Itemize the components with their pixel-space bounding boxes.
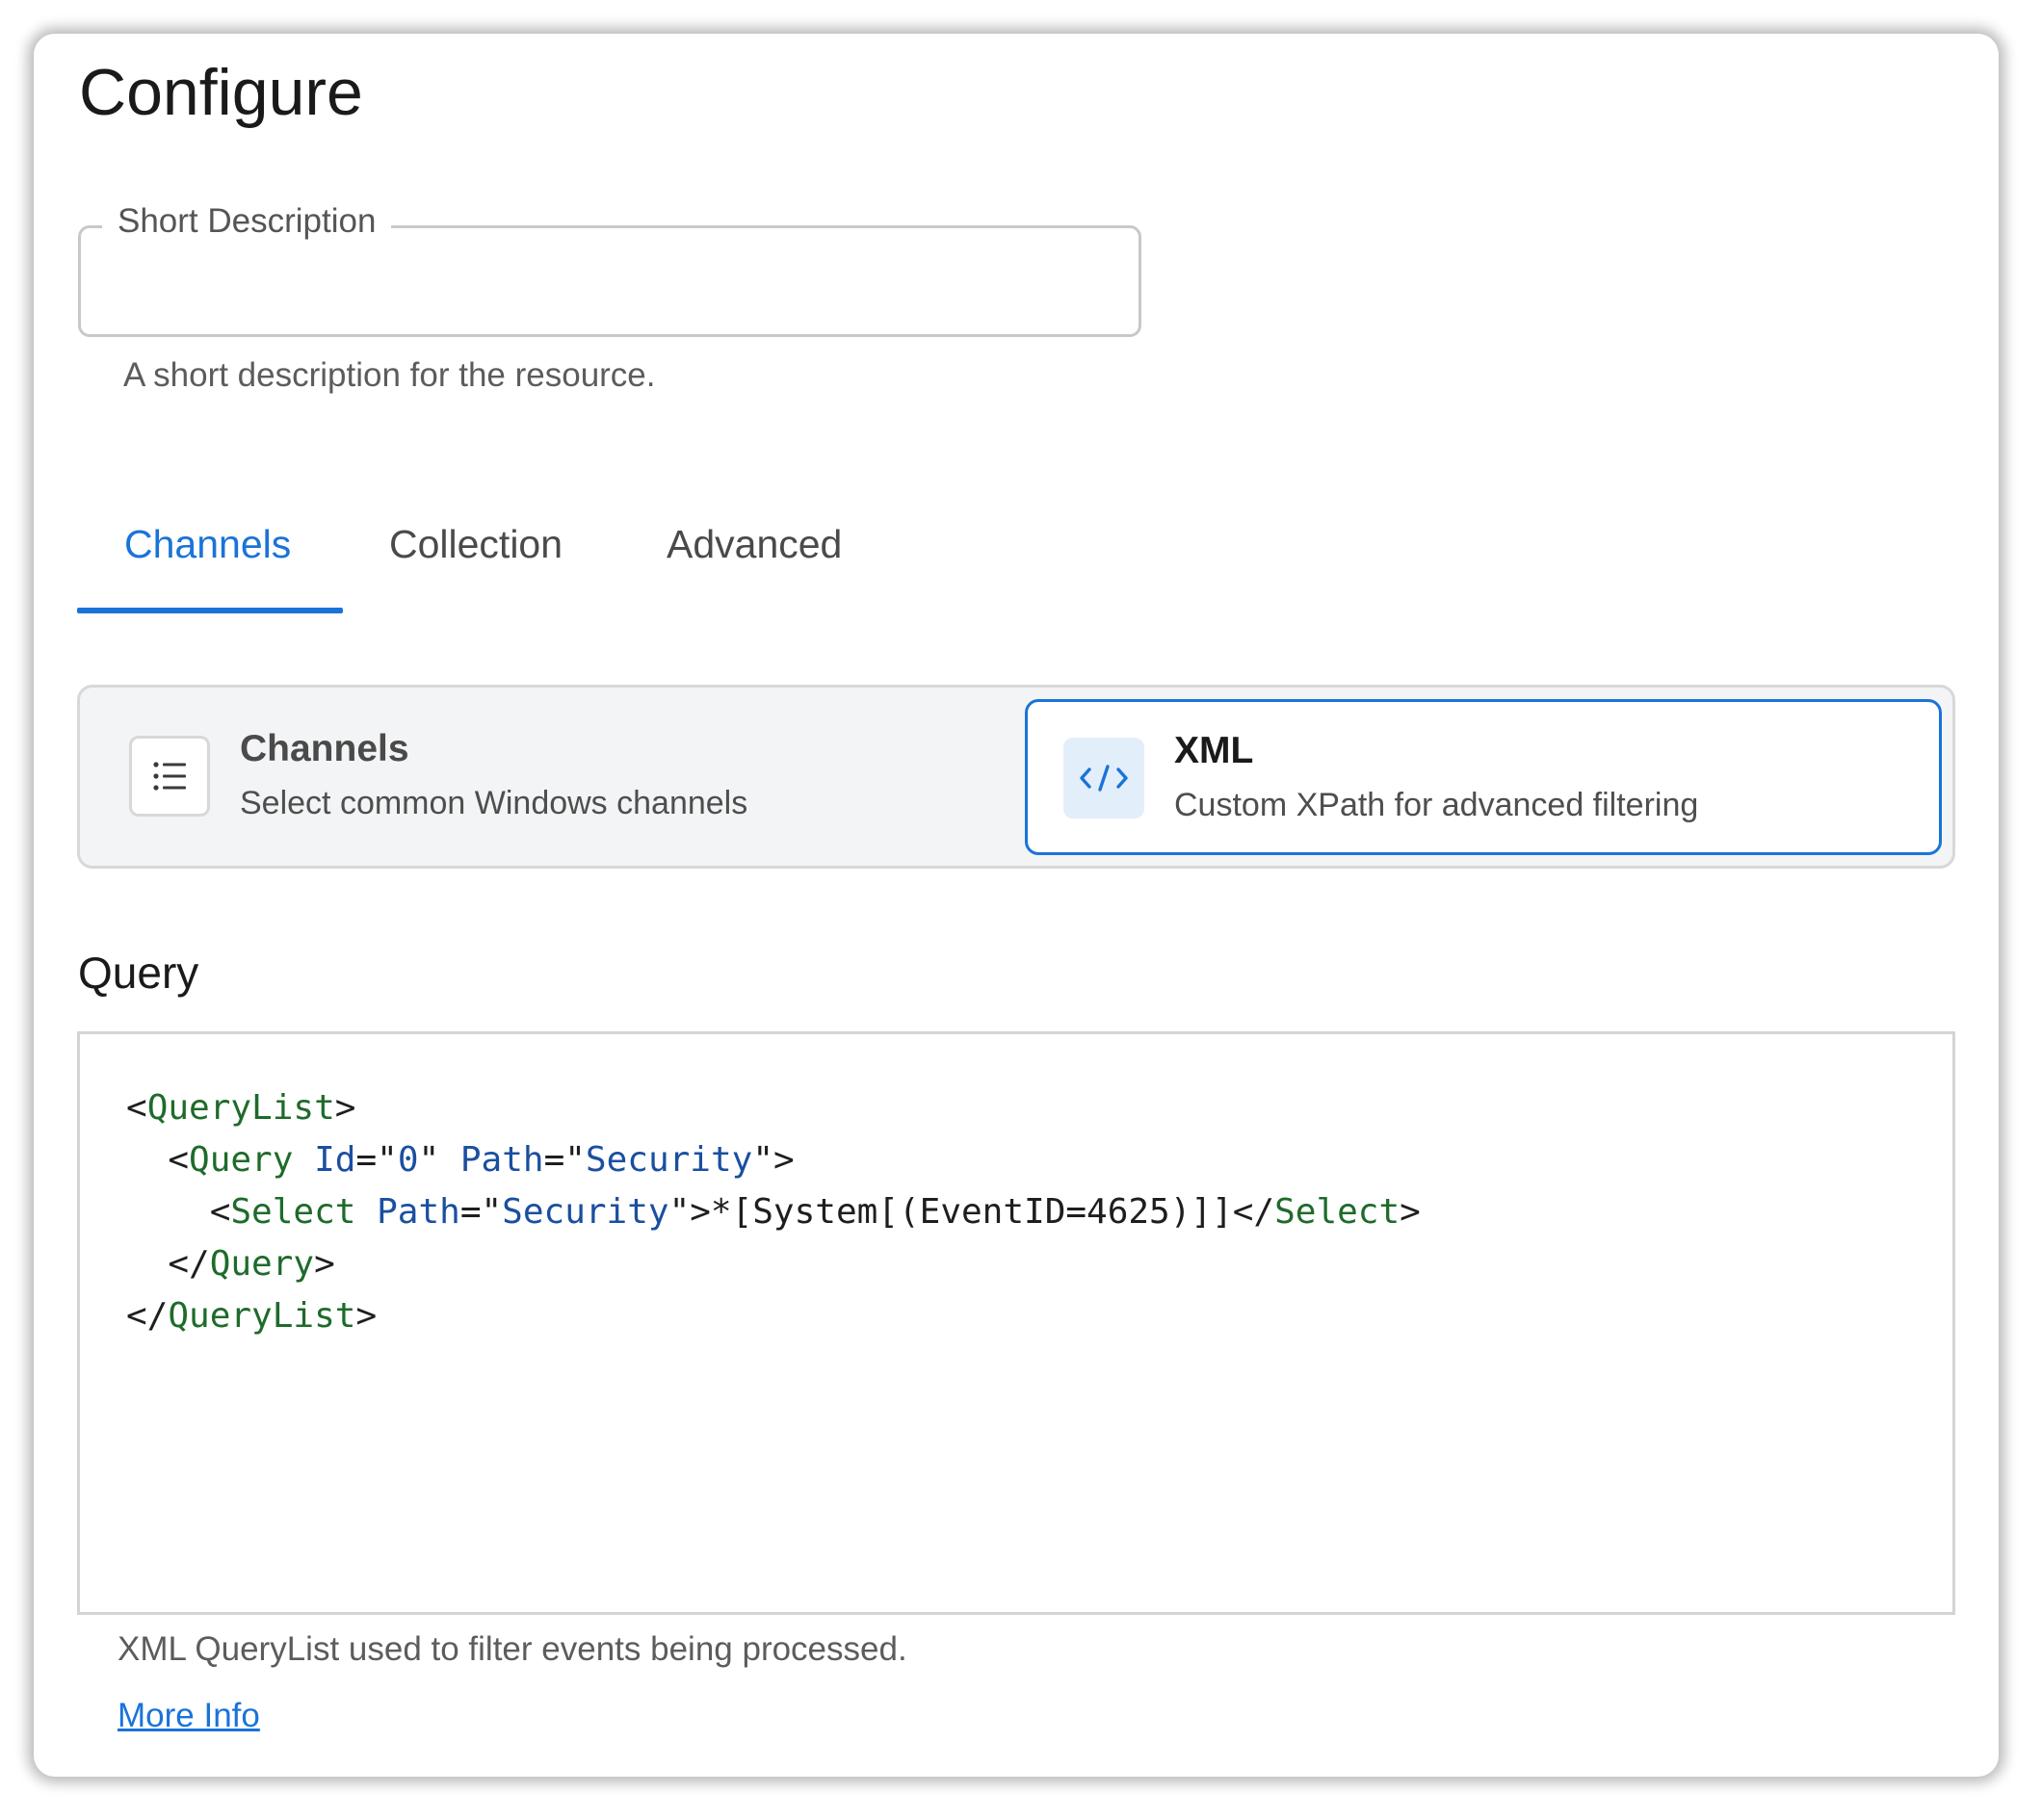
query-label: Query [78,948,199,998]
query-editor[interactable]: <QueryList> <Query Id="0" Path="Security… [77,1031,1955,1615]
code-icon [1063,738,1144,819]
mode-option-channels[interactable]: Channels Select common Windows channels [89,697,1013,857]
mode-option-description: Custom XPath for advanced filtering [1174,787,1699,823]
tab-advanced[interactable]: Advanced [667,520,842,568]
short-description-input[interactable] [100,257,1125,313]
mode-option-xml[interactable]: XML Custom XPath for advanced filtering [1025,699,1942,855]
mode-option-title: XML [1174,730,1254,771]
mode-option-title: Channels [240,728,409,769]
tab-collection[interactable]: Collection [389,520,563,568]
page-title: Configure [79,56,363,129]
query-code[interactable]: <QueryList> <Query Id="0" Path="Security… [126,1082,1421,1342]
query-helper: XML QueryList used to filter events bein… [118,1630,907,1668]
mode-option-description: Select common Windows channels [240,785,748,821]
more-info-link[interactable]: More Info [118,1695,260,1737]
list-icon [129,736,210,817]
tab-channels[interactable]: Channels [124,520,291,568]
active-tab-indicator [77,608,343,613]
short-description-helper: A short description for the resource. [123,356,656,394]
short-description-label: Short Description [102,200,392,243]
